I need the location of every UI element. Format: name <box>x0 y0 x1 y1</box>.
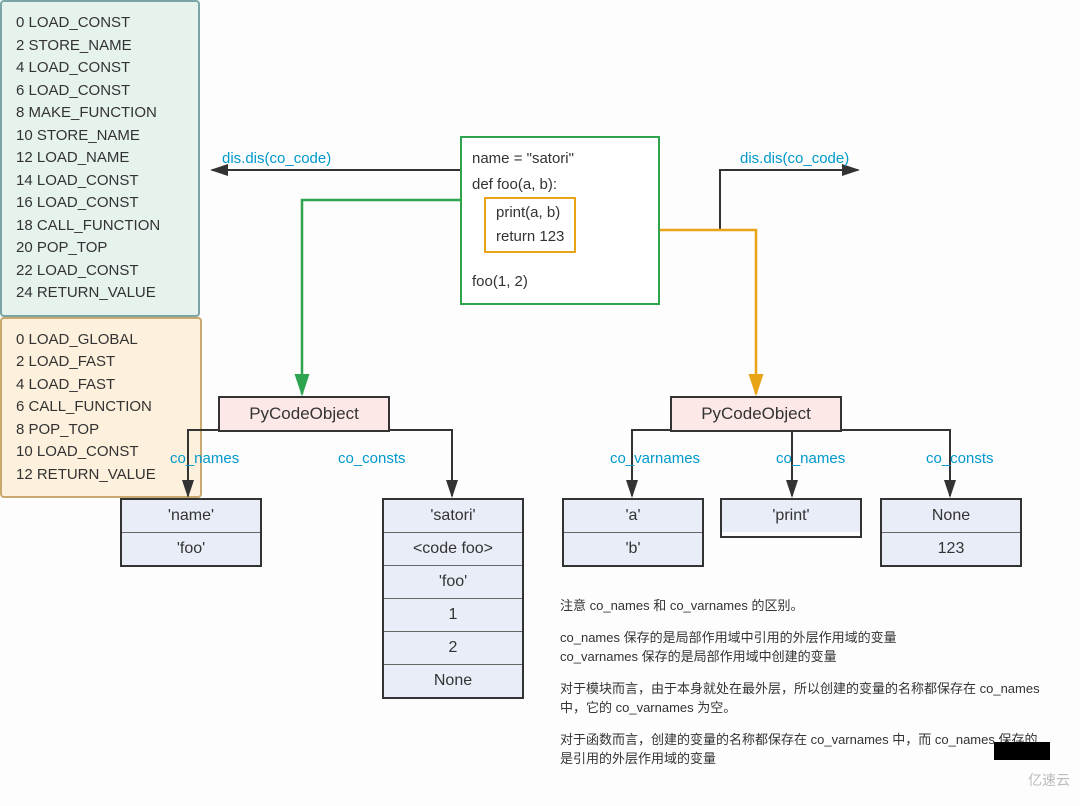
table-cell: None <box>882 500 1020 533</box>
op-line: 20 POP_TOP <box>16 237 184 260</box>
note-line: 对于函数而言，创建的变量的名称都保存在 co_varnames 中，而 co_n… <box>560 730 1040 769</box>
table-cell: 2 <box>384 632 522 665</box>
label-conames-right: co_names <box>776 450 845 467</box>
table-coconsts-left: 'satori' <code foo> 'foo' 1 2 None <box>382 498 524 699</box>
op-line: 10 LOAD_CONST <box>16 441 186 464</box>
op-line: 8 MAKE_FUNCTION <box>16 102 184 125</box>
table-covarnames: 'a' 'b' <box>562 498 704 567</box>
source-line: foo(1, 2) <box>472 269 648 295</box>
table-cell: 'b' <box>564 533 702 565</box>
op-line: 0 LOAD_GLOBAL <box>16 329 186 352</box>
notes-block: 注意 co_names 和 co_varnames 的区别。 co_names … <box>560 596 1040 781</box>
op-line: 4 LOAD_CONST <box>16 57 184 80</box>
table-cell: 'satori' <box>384 500 522 533</box>
op-line: 24 RETURN_VALUE <box>16 282 184 305</box>
table-cell: 'foo' <box>384 566 522 599</box>
label-dis-right: dis.dis(co_code) <box>740 150 849 167</box>
table-conames-right: 'print' <box>720 498 862 538</box>
redacted-bar <box>994 742 1050 760</box>
label-covarnames: co_varnames <box>610 450 700 467</box>
note-line: 对于模块而言，由于本身就处在最外层，所以创建的变量的名称都保存在 co_name… <box>560 679 1040 718</box>
op-line: 4 LOAD_FAST <box>16 374 186 397</box>
opcodes-right-box: 0 LOAD_GLOBAL 2 LOAD_FAST 4 LOAD_FAST 6 … <box>0 317 202 499</box>
op-line: 0 LOAD_CONST <box>16 12 184 35</box>
op-line: 2 LOAD_FAST <box>16 351 186 374</box>
opcodes-left-box: 0 LOAD_CONST 2 STORE_NAME 4 LOAD_CONST 6… <box>0 0 200 317</box>
table-conames-left: 'name' 'foo' <box>120 498 262 567</box>
function-body-box: print(a, b) return 123 <box>484 197 576 253</box>
op-line: 14 LOAD_CONST <box>16 170 184 193</box>
source-code-box: name = "satori" def foo(a, b): print(a, … <box>460 136 660 305</box>
label-conames-left: co_names <box>170 450 239 467</box>
source-line: def foo(a, b): <box>472 172 648 198</box>
source-line: return 123 <box>496 225 564 249</box>
op-line: 22 LOAD_CONST <box>16 260 184 283</box>
label-coconsts-right: co_consts <box>926 450 994 467</box>
op-line: 6 LOAD_CONST <box>16 80 184 103</box>
source-line: print(a, b) <box>496 201 564 225</box>
watermark-text: 亿速云 <box>1028 770 1070 790</box>
table-cell: 1 <box>384 599 522 632</box>
note-line: co_names 保存的是局部作用域中引用的外层作用域的变量 co_varnam… <box>560 628 1040 667</box>
table-cell: 'foo' <box>122 533 260 565</box>
table-cell: 'name' <box>122 500 260 533</box>
op-line: 2 STORE_NAME <box>16 35 184 58</box>
label-dis-left: dis.dis(co_code) <box>222 150 331 167</box>
table-cell: 'print' <box>722 500 860 532</box>
table-coconsts-right: None 123 <box>880 498 1022 567</box>
pycodeobject-left: PyCodeObject <box>218 396 390 432</box>
op-line: 8 POP_TOP <box>16 419 186 442</box>
table-cell: 123 <box>882 533 1020 565</box>
op-line: 6 CALL_FUNCTION <box>16 396 186 419</box>
op-line: 10 STORE_NAME <box>16 125 184 148</box>
op-line: 12 RETURN_VALUE <box>16 464 186 487</box>
op-line: 18 CALL_FUNCTION <box>16 215 184 238</box>
note-line: 注意 co_names 和 co_varnames 的区别。 <box>560 596 1040 616</box>
table-cell: <code foo> <box>384 533 522 566</box>
source-line: name = "satori" <box>472 146 648 172</box>
op-line: 16 LOAD_CONST <box>16 192 184 215</box>
table-cell: None <box>384 665 522 697</box>
label-coconsts-left: co_consts <box>338 450 406 467</box>
pycodeobject-right: PyCodeObject <box>670 396 842 432</box>
table-cell: 'a' <box>564 500 702 533</box>
op-line: 12 LOAD_NAME <box>16 147 184 170</box>
